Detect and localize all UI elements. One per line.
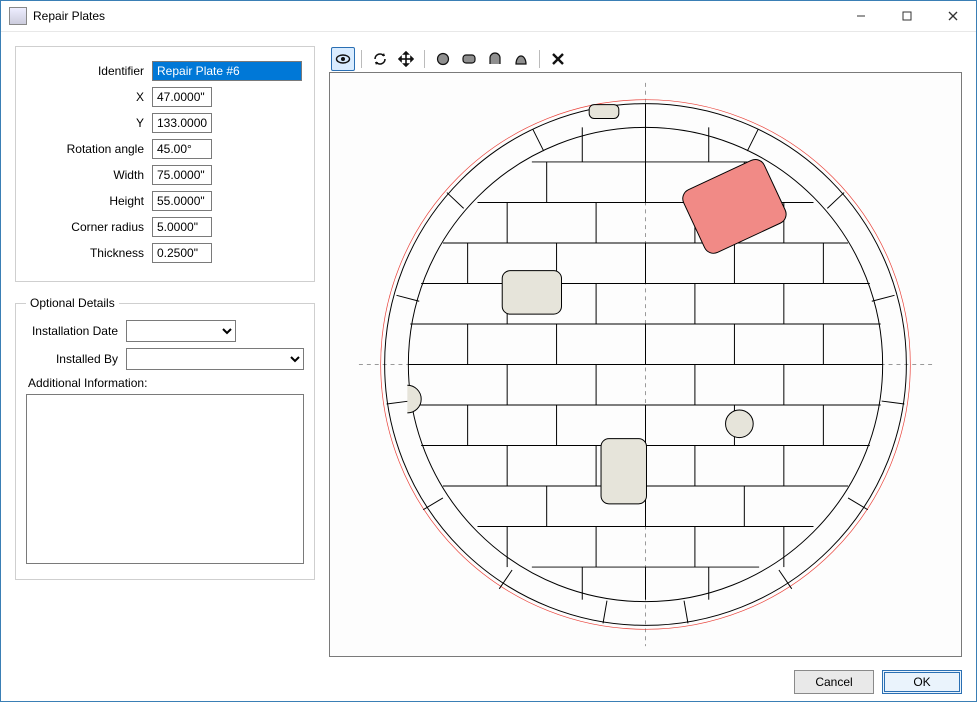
row-thickness: Thickness [26, 243, 304, 263]
right-panel [329, 46, 962, 657]
label-identifier: Identifier [26, 64, 152, 78]
label-x: X [26, 90, 152, 104]
dialog-footer: Cancel OK [1, 663, 976, 701]
row-x: X [26, 87, 304, 107]
canvas-toolbar [329, 46, 962, 72]
x-input[interactable] [152, 87, 212, 107]
width-input[interactable] [152, 165, 212, 185]
row-y: Y [26, 113, 304, 133]
dialog-body: Identifier X Y Rotation angle Width [1, 32, 976, 663]
label-installed-by: Installed By [26, 352, 126, 366]
thickness-input[interactable] [152, 243, 212, 263]
plate-shape-selected[interactable] [680, 156, 790, 256]
close-button[interactable] [930, 1, 976, 31]
move-icon[interactable] [394, 47, 418, 71]
row-identifier: Identifier [26, 61, 304, 81]
optional-details-legend: Optional Details [26, 296, 119, 310]
label-width: Width [26, 168, 152, 182]
label-rotation: Rotation angle [26, 142, 152, 156]
square-arch-shape-icon[interactable] [483, 47, 507, 71]
label-corner-radius: Corner radius [26, 220, 152, 234]
maximize-button[interactable] [884, 1, 930, 31]
rotation-input[interactable] [152, 139, 212, 159]
title-bar: Repair Plates [1, 1, 976, 32]
label-height: Height [26, 194, 152, 208]
plate-shape[interactable] [726, 410, 754, 438]
plate-shape[interactable] [589, 105, 619, 119]
plate-shape[interactable] [502, 271, 561, 314]
cancel-button[interactable]: Cancel [794, 670, 874, 694]
app-icon [9, 7, 27, 25]
installed-by-select[interactable] [126, 348, 304, 370]
arch-shape-icon[interactable] [509, 47, 533, 71]
install-date-select[interactable] [126, 320, 236, 342]
label-install-date: Installation Date [26, 324, 126, 338]
corner-radius-input[interactable] [152, 217, 212, 237]
plate-shape[interactable] [407, 385, 421, 413]
row-rotation: Rotation angle [26, 139, 304, 159]
properties-group: Identifier X Y Rotation angle Width [15, 46, 315, 282]
row-installed-by: Installed By [26, 348, 304, 370]
rounded-rect-shape-icon[interactable] [457, 47, 481, 71]
drawing-canvas[interactable] [329, 72, 962, 657]
additional-info-textarea[interactable] [26, 394, 304, 564]
minimize-button[interactable] [838, 1, 884, 31]
refresh-icon[interactable] [368, 47, 392, 71]
row-height: Height [26, 191, 304, 211]
row-install-date: Installation Date [26, 320, 304, 342]
row-corner-radius: Corner radius [26, 217, 304, 237]
height-input[interactable] [152, 191, 212, 211]
delete-icon[interactable] [546, 47, 570, 71]
window-title: Repair Plates [33, 9, 105, 23]
y-input[interactable] [152, 113, 212, 133]
optional-details-group: Optional Details Installation Date Insta… [15, 296, 315, 580]
dialog-window: Repair Plates Identifier X Y [0, 0, 977, 702]
left-panel: Identifier X Y Rotation angle Width [15, 46, 315, 657]
identifier-input[interactable] [152, 61, 302, 81]
row-width: Width [26, 165, 304, 185]
eye-icon[interactable] [331, 47, 355, 71]
circle-shape-icon[interactable] [431, 47, 455, 71]
ok-button[interactable]: OK [882, 670, 962, 694]
label-thickness: Thickness [26, 246, 152, 260]
label-y: Y [26, 116, 152, 130]
plate-shape[interactable] [601, 439, 646, 504]
label-additional-info: Additional Information: [28, 376, 304, 390]
tank-diagram [330, 73, 961, 656]
